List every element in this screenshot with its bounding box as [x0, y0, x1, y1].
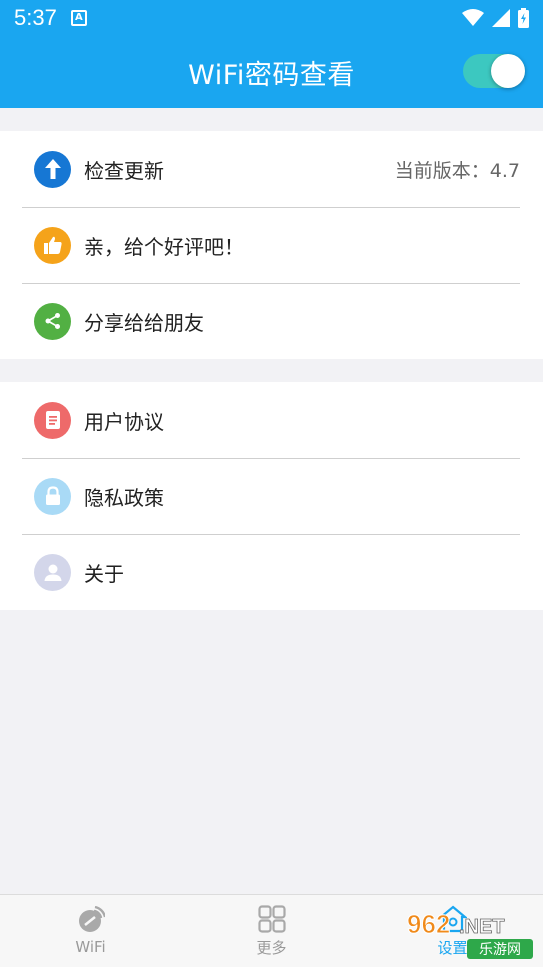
status-bar: 5:37 A — [0, 0, 543, 36]
user-agreement-label: 用户协议 — [84, 409, 164, 434]
cell-signal-icon — [492, 9, 510, 27]
rate-app-row[interactable]: 亲，给个好评吧！ — [0, 207, 543, 283]
check-update-row[interactable]: 检查更新 当前版本：4.7 — [0, 131, 543, 207]
grid-icon — [257, 904, 286, 933]
app-bar: WiFi密码查看 — [0, 36, 543, 108]
settings-group-general: 检查更新 当前版本：4.7 亲，给个好评吧！ 分享给给朋友 — [0, 131, 543, 359]
tab-wifi-label: WiFi — [75, 938, 106, 956]
rate-app-label: 亲，给个好评吧！ — [84, 234, 244, 259]
settings-group-legal: 用户协议 隐私政策 关于 — [0, 382, 543, 610]
wifi-toggle[interactable] — [463, 54, 525, 88]
share-label: 分享给给朋友 — [84, 310, 204, 335]
wifi-status-icon — [462, 9, 484, 26]
user-icon — [34, 553, 71, 591]
privacy-policy-label: 隐私政策 — [84, 485, 164, 510]
status-time: 5:37 — [14, 5, 57, 30]
svg-text:乐游网: 乐游网 — [479, 942, 521, 958]
site-watermark-logo: 962 .NET 乐游网 — [407, 909, 533, 959]
lock-icon — [34, 477, 71, 515]
share-row[interactable]: 分享给给朋友 — [0, 283, 543, 359]
check-update-label: 检查更新 — [84, 158, 164, 183]
wifi-signal-icon — [78, 906, 105, 932]
battery-icon — [518, 8, 529, 28]
svg-text:.NET: .NET — [459, 916, 505, 938]
current-version-text: 当前版本：4.7 — [394, 159, 520, 182]
user-agreement-row[interactable]: 用户协议 — [0, 382, 543, 458]
document-icon — [34, 401, 71, 439]
privacy-policy-row[interactable]: 隐私政策 — [0, 458, 543, 534]
about-label: 关于 — [84, 561, 124, 586]
tab-more[interactable]: 更多 — [181, 895, 362, 967]
share-icon — [34, 302, 71, 340]
arrow-up-icon — [34, 150, 71, 188]
tab-more-label: 更多 — [256, 938, 287, 957]
notification-icon: A — [70, 10, 87, 26]
page-title: WiFi密码查看 — [188, 59, 355, 91]
svg-text:962: 962 — [407, 909, 450, 939]
about-row[interactable]: 关于 — [0, 534, 543, 610]
toggle-knob — [491, 54, 525, 88]
thumbs-up-icon — [34, 226, 71, 264]
tab-wifi[interactable]: WiFi — [0, 895, 181, 967]
status-indicators — [462, 8, 529, 28]
